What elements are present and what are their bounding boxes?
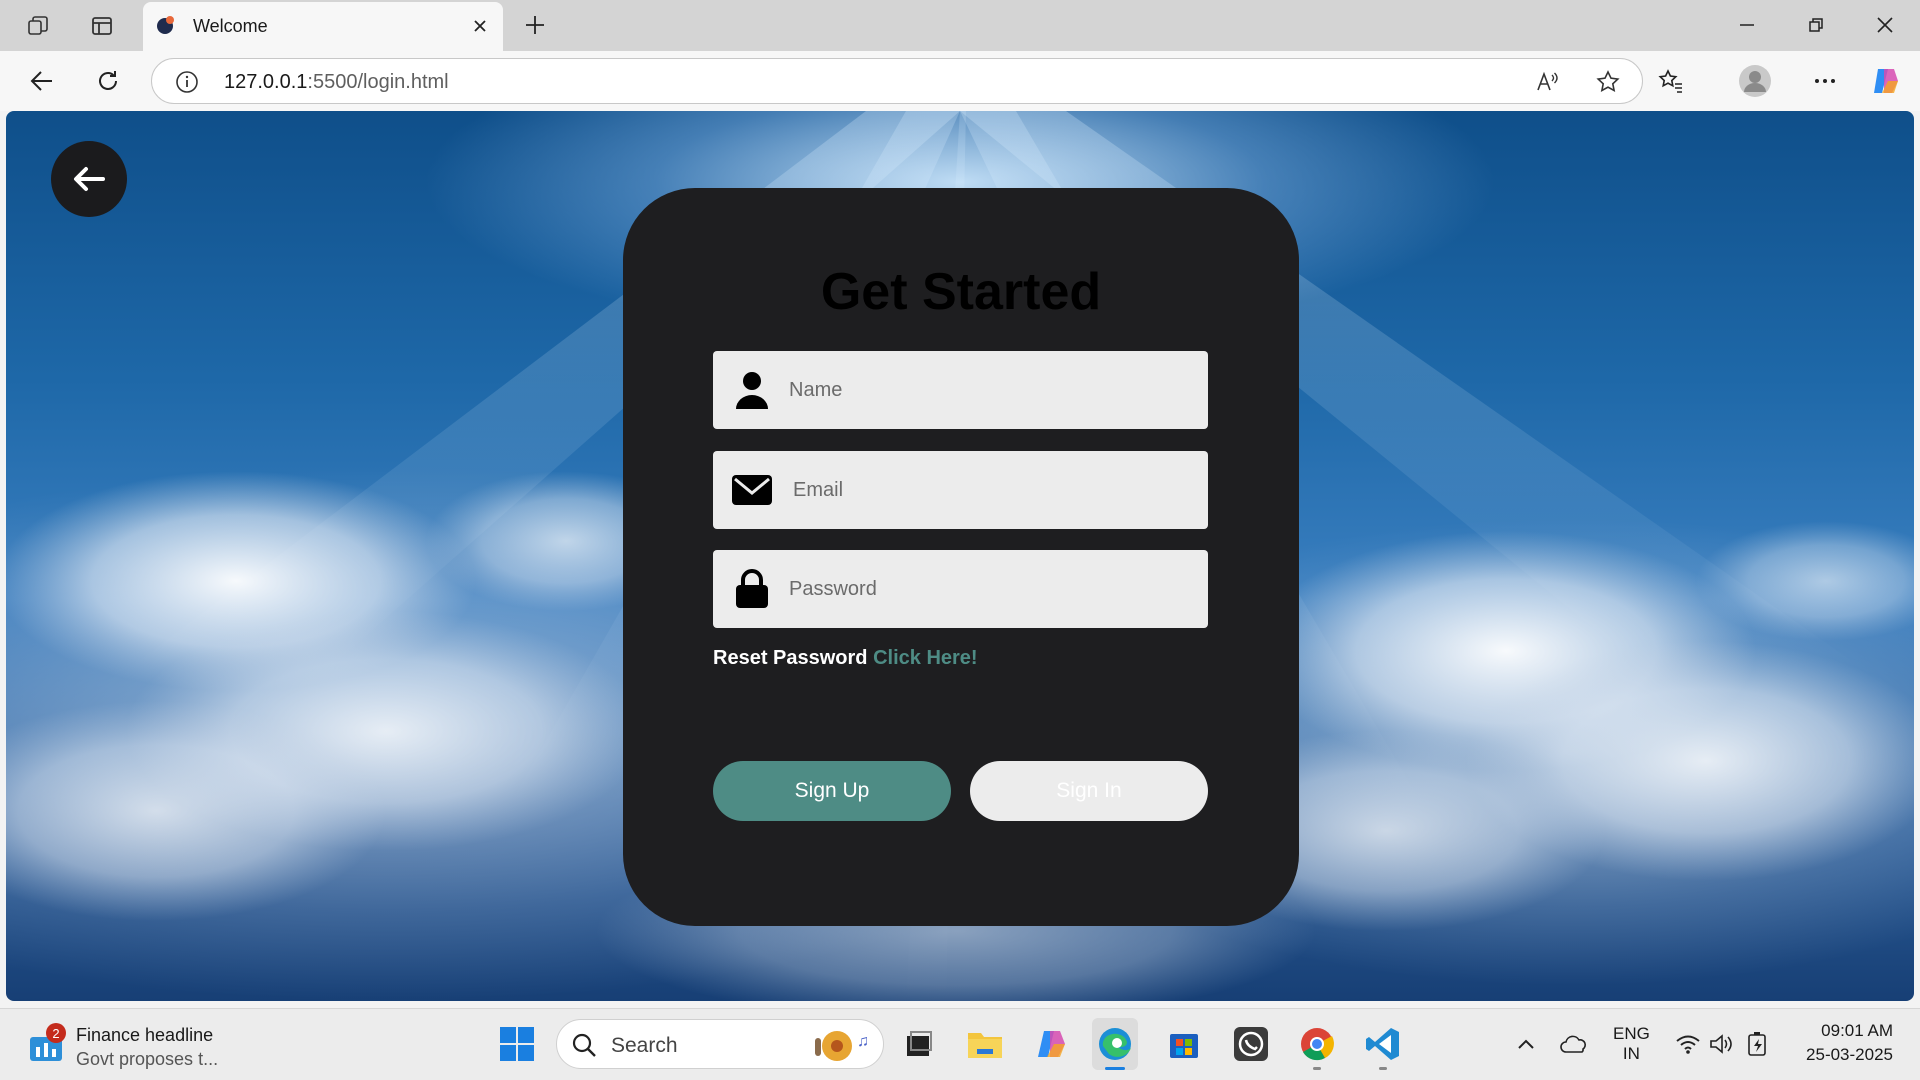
- news-widget[interactable]: 2 Finance headline Govt proposes t...: [26, 1021, 266, 1071]
- email-field[interactable]: [713, 451, 1208, 529]
- close-tab-icon[interactable]: [468, 14, 492, 38]
- chevron-up-icon[interactable]: [1512, 1030, 1540, 1058]
- add-favorite-star-icon[interactable]: [1594, 68, 1622, 96]
- name-input[interactable]: [789, 351, 1189, 429]
- envelope-icon: [731, 469, 773, 511]
- refresh-icon[interactable]: [88, 61, 128, 101]
- url-text[interactable]: 127.0.0.1:5500/login.html: [224, 71, 449, 94]
- signup-card: Get Started Reset Password Click Here! S…: [623, 188, 1299, 926]
- running-indicator: [1313, 1067, 1321, 1070]
- user-icon: [731, 369, 773, 411]
- chrome-icon[interactable]: [1294, 1018, 1340, 1070]
- page-title: Get Started: [820, 263, 1102, 321]
- tab-title: Welcome: [193, 16, 268, 36]
- search-label: Search: [611, 1034, 678, 1057]
- favorites-list-icon[interactable]: [1651, 61, 1691, 101]
- site-info-icon[interactable]: [174, 69, 200, 95]
- sign-up-button[interactable]: Sign Up: [713, 761, 951, 821]
- region-code: IN: [1622, 1044, 1640, 1063]
- volume-icon[interactable]: [1708, 1030, 1736, 1058]
- restore-icon[interactable]: [1793, 8, 1839, 42]
- running-indicator: [1379, 1067, 1387, 1070]
- tab-welcome[interactable]: Welcome: [143, 2, 503, 51]
- new-tab-button[interactable]: [520, 10, 550, 40]
- battery-charging-icon[interactable]: [1745, 1030, 1773, 1058]
- back-icon[interactable]: [22, 61, 62, 101]
- wifi-icon[interactable]: [1674, 1030, 1702, 1058]
- reset-password-link[interactable]: Click Here!: [873, 647, 978, 669]
- minimize-icon[interactable]: [1724, 8, 1770, 42]
- clock-date: 25-03-2025: [1806, 1045, 1893, 1064]
- url-path: :5500/login.html: [307, 71, 449, 93]
- arrow-left-icon: [74, 167, 105, 191]
- tab-actions-icon[interactable]: [88, 12, 116, 40]
- email-input[interactable]: [793, 451, 1193, 529]
- workspaces-icon[interactable]: [24, 12, 52, 40]
- whatsapp-icon[interactable]: [1228, 1018, 1274, 1070]
- tab-bar: Welcome: [0, 0, 1920, 51]
- windows-start-icon[interactable]: [494, 1018, 540, 1070]
- vscode-icon[interactable]: [1360, 1018, 1406, 1070]
- sign-in-button[interactable]: Sign In: [970, 761, 1208, 821]
- taskbar-search[interactable]: Search ♫: [556, 1019, 884, 1069]
- edge-browser-icon[interactable]: [1092, 1018, 1138, 1070]
- site-favicon-icon: [157, 16, 174, 34]
- search-highlight-icon: ♫: [815, 1031, 869, 1061]
- widget-headline: Finance headline: [76, 1025, 214, 1045]
- language-indicator[interactable]: ENG IN: [1613, 1024, 1650, 1064]
- file-explorer-icon[interactable]: [962, 1018, 1008, 1070]
- read-aloud-icon[interactable]: [1534, 68, 1562, 96]
- close-window-icon[interactable]: [1862, 8, 1908, 42]
- more-options-icon[interactable]: [1805, 61, 1845, 101]
- name-field[interactable]: [713, 351, 1208, 429]
- copilot-app-icon[interactable]: [1029, 1018, 1075, 1070]
- lock-icon: [731, 568, 773, 610]
- task-view-icon[interactable]: [896, 1018, 942, 1070]
- clock[interactable]: 09:01 AM 25-03-2025: [1797, 1021, 1893, 1065]
- clock-time: 09:01 AM: [1821, 1021, 1893, 1040]
- search-icon: [572, 1033, 596, 1057]
- microsoft-store-icon[interactable]: [1161, 1018, 1207, 1070]
- url-host: 127.0.0.1: [224, 71, 308, 93]
- language-code: ENG: [1613, 1024, 1650, 1043]
- reset-password-label: Reset Password: [713, 647, 868, 669]
- password-input[interactable]: [789, 550, 1189, 628]
- copilot-icon[interactable]: [1866, 61, 1906, 101]
- reset-password-row: Reset Password Click Here!: [713, 647, 978, 670]
- address-bar[interactable]: 127.0.0.1:5500/login.html: [151, 58, 1643, 104]
- profile-avatar[interactable]: [1735, 61, 1775, 101]
- page-viewport: Get Started Reset Password Click Here! S…: [6, 111, 1914, 1001]
- password-field[interactable]: [713, 550, 1208, 628]
- active-indicator: [1105, 1067, 1125, 1070]
- svg-text:♫: ♫: [857, 1033, 869, 1050]
- widget-subtitle: Govt proposes t...: [76, 1049, 219, 1069]
- back-button[interactable]: [51, 141, 127, 217]
- notification-badge: 2: [46, 1023, 66, 1043]
- onedrive-icon[interactable]: [1560, 1030, 1588, 1058]
